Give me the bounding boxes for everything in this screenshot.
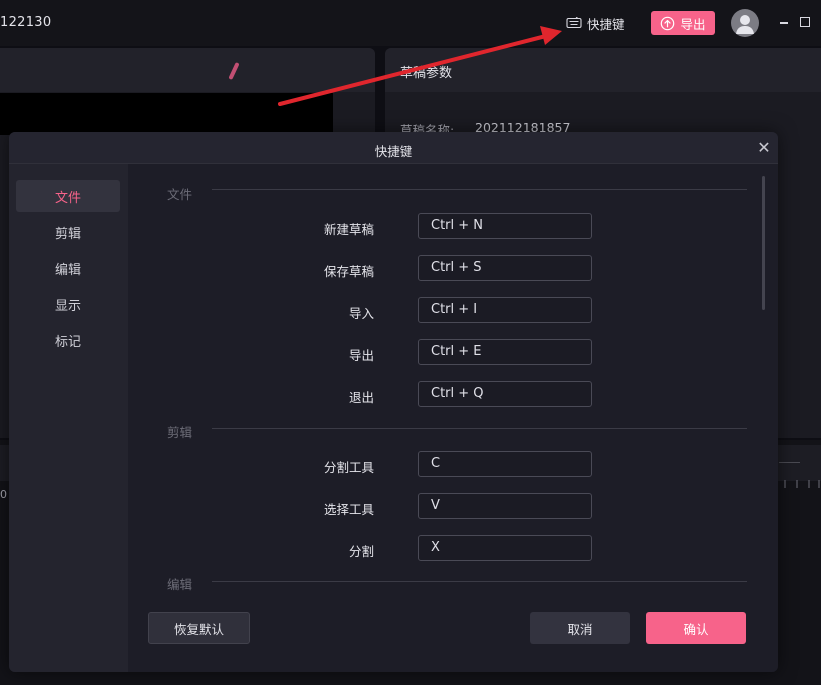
shortcut-label-split: 分割 xyxy=(348,544,374,559)
section-divider xyxy=(212,189,747,190)
shortcut-input-select-tool[interactable]: V xyxy=(418,493,592,519)
app-title: 122130 xyxy=(0,15,52,30)
section-label-file: 文件 xyxy=(167,187,193,202)
cancel-button[interactable]: 取消 xyxy=(530,612,630,644)
shortcut-label: 快捷键 xyxy=(587,16,625,32)
dialog-scrollbar[interactable] xyxy=(762,176,765,310)
sidebar-item-edit[interactable]: 编辑 xyxy=(16,252,120,284)
shortcut-label-save-draft: 保存草稿 xyxy=(323,264,374,279)
restore-default-button[interactable]: 恢复默认 xyxy=(148,612,250,644)
shortcut-input-split-tool[interactable]: C xyxy=(418,451,592,477)
shortcut-label-new-draft: 新建草稿 xyxy=(323,222,374,237)
shortcut-input-export[interactable]: Ctrl + E xyxy=(418,339,592,365)
shortcut-input-quit[interactable]: Ctrl + Q xyxy=(418,381,592,407)
shortcut-label-split-tool: 分割工具 xyxy=(323,460,374,475)
dialog-sidebar: 文件 剪辑 编辑 显示 标记 xyxy=(9,164,128,672)
shortcut-label-select-tool: 选择工具 xyxy=(323,502,374,517)
user-icon xyxy=(736,15,754,34)
shortcut-label-quit: 退出 xyxy=(348,390,374,405)
shortcut-button[interactable]: 快捷键 xyxy=(566,13,625,33)
export-button[interactable]: 导出 xyxy=(651,11,715,35)
timeline-start-label: 0 xyxy=(0,488,7,501)
keyboard-icon xyxy=(566,17,582,29)
section-divider xyxy=(212,581,747,582)
maximize-button[interactable] xyxy=(800,17,810,27)
shortcut-input-split[interactable]: X xyxy=(418,535,592,561)
shortcut-dialog: 快捷键 ✕ 文件 剪辑 编辑 显示 标记 文件 新建草稿 Ctrl + N 保存… xyxy=(9,132,778,672)
shortcut-input-new-draft[interactable]: Ctrl + N xyxy=(418,213,592,239)
sidebar-item-file[interactable]: 文件 xyxy=(16,180,120,212)
dialog-header: 快捷键 ✕ xyxy=(9,132,778,164)
shortcut-label-export: 导出 xyxy=(348,348,374,363)
timeline-ruler xyxy=(784,480,820,488)
section-divider xyxy=(212,428,747,429)
params-header: 草稿参数 xyxy=(385,48,821,92)
dialog-title: 快捷键 xyxy=(374,144,413,159)
shortcut-input-import[interactable]: Ctrl + I xyxy=(418,297,592,323)
user-avatar[interactable] xyxy=(731,9,759,37)
shortcut-label-import: 导入 xyxy=(348,306,374,321)
sidebar-item-clip[interactable]: 剪辑 xyxy=(16,216,120,248)
sidebar-item-marker[interactable]: 标记 xyxy=(16,324,120,356)
close-icon[interactable]: ✕ xyxy=(755,138,773,158)
shortcut-input-save-draft[interactable]: Ctrl + S xyxy=(418,255,592,281)
section-label-edit: 编辑 xyxy=(167,577,193,592)
player-header xyxy=(0,48,375,92)
params-title: 草稿参数 xyxy=(400,66,453,81)
minimize-button[interactable] xyxy=(780,22,788,24)
section-label-clip: 剪辑 xyxy=(167,425,193,440)
upload-icon xyxy=(661,16,675,30)
timeline-zoom-track[interactable] xyxy=(779,462,800,463)
player-screen xyxy=(0,93,333,135)
export-label: 导出 xyxy=(680,16,706,32)
sidebar-item-display[interactable]: 显示 xyxy=(16,288,120,320)
confirm-button[interactable]: 确认 xyxy=(646,612,746,644)
